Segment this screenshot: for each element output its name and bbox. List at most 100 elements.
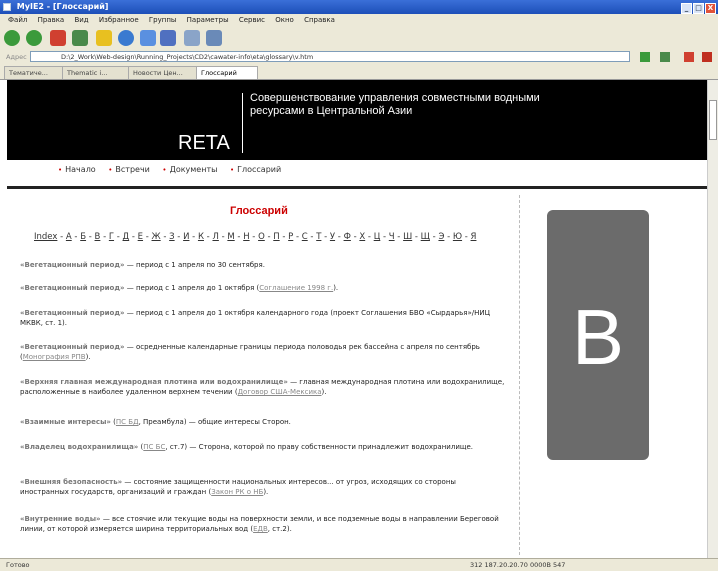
- menu-groups[interactable]: Группы: [149, 16, 177, 24]
- alphabet-letter-link[interactable]: Ф: [344, 232, 351, 242]
- entry-tail: , ст.2).: [267, 525, 292, 533]
- menu-view[interactable]: Вид: [74, 16, 88, 24]
- glossary-entry: «Вегетационный период» — осредненные кал…: [20, 342, 506, 362]
- entry-ref-link[interactable]: ПС БС: [143, 443, 165, 451]
- favorites-star-icon[interactable]: [96, 30, 112, 46]
- tab-glossary[interactable]: Глоссарий: [196, 66, 258, 79]
- entry-term: «Вегетационный период»: [20, 261, 125, 269]
- block-icon[interactable]: [684, 52, 694, 62]
- close-tab-icon[interactable]: [702, 52, 712, 62]
- nav-documents-label[interactable]: Документы: [170, 165, 218, 174]
- alphabet-letter-link[interactable]: Ж: [152, 232, 161, 242]
- entry-term: «Взаимные интересы»: [20, 418, 111, 426]
- refresh-icon[interactable]: [72, 30, 88, 46]
- group-icon[interactable]: [160, 30, 176, 46]
- alphabet-letter-link[interactable]: Я: [471, 232, 477, 242]
- glossary-entry: «Вегетационный период» — период с 1 апре…: [20, 308, 506, 328]
- search-icon[interactable]: [660, 52, 670, 62]
- alphabet-separator: -: [293, 232, 302, 242]
- nav-glossary-label[interactable]: Глоссарий: [237, 165, 281, 174]
- menu-window[interactable]: Окно: [275, 16, 294, 24]
- nav-meetings[interactable]: • Встречи: [108, 165, 150, 174]
- entry-ref-link[interactable]: ПС БД: [116, 418, 139, 426]
- index-link[interactable]: Index: [34, 232, 57, 242]
- entry-term: «Вегетационный период»: [20, 343, 125, 351]
- status-text: Готово: [6, 561, 30, 569]
- menu-bar: Файл Правка Вид Избранное Группы Парамет…: [0, 14, 718, 27]
- nav-meetings-label[interactable]: Встречи: [115, 165, 149, 174]
- entry-ref-link[interactable]: Закон РК о НБ: [211, 488, 263, 496]
- alphabet-letter-link[interactable]: Ш: [403, 232, 412, 242]
- alphabet-letter-link[interactable]: Щ: [421, 232, 430, 242]
- menu-help[interactable]: Справка: [304, 16, 335, 24]
- alphabet-separator: -: [380, 232, 389, 242]
- glossary-entry: «Взаимные интересы» (ПС БД, Преамбула) —…: [20, 417, 506, 427]
- entry-tail: ).: [321, 388, 327, 396]
- print-icon[interactable]: [184, 30, 200, 46]
- site-logo[interactable]: RETA: [178, 132, 230, 155]
- current-letter: B: [571, 293, 625, 381]
- entry-term: «Внешняя безопасность»: [20, 478, 123, 486]
- alphabet-letter-link[interactable]: М: [227, 232, 234, 242]
- nav-documents[interactable]: • Документы: [162, 165, 217, 174]
- entry-text: — период с 1 апреля до 1 октября (: [124, 284, 260, 292]
- tab-news[interactable]: Новости Цен...: [128, 66, 198, 79]
- stop-icon[interactable]: [50, 30, 66, 46]
- menu-favorites[interactable]: Избранное: [99, 16, 139, 24]
- alphabet-separator: -: [86, 232, 95, 242]
- alphabet-separator: -: [365, 232, 374, 242]
- back-icon[interactable]: [4, 30, 20, 46]
- address-field[interactable]: D:\2_Work\Web-design\Running_Projects\CD…: [30, 51, 630, 62]
- page-icon[interactable]: [140, 30, 156, 46]
- status-bar: Готово 312 187.20.20.70 0000B 547: [0, 558, 718, 571]
- nav-home[interactable]: • Начало: [58, 165, 96, 174]
- entry-tail: , Преамбула) — общие интересы Сторон.: [138, 418, 291, 426]
- menu-options[interactable]: Параметры: [187, 16, 229, 24]
- alphabet-separator: -: [249, 232, 259, 242]
- tab-thematic-en[interactable]: Thematic i...: [62, 66, 132, 79]
- alphabet-separator: -: [143, 232, 152, 242]
- history-icon[interactable]: [118, 30, 134, 46]
- entry-term: «Вегетационный период»: [20, 309, 125, 317]
- entry-term: «Верхняя главная международная плотина и…: [20, 378, 288, 386]
- address-bar: Адрес D:\2_Work\Web-design\Running_Proje…: [0, 49, 718, 65]
- menu-file[interactable]: Файл: [8, 16, 27, 24]
- alphabet-separator: -: [335, 232, 344, 242]
- alphabet-separator: -: [412, 232, 421, 242]
- alphabet-separator: -: [174, 232, 184, 242]
- nav-glossary[interactable]: • Глоссарий: [230, 165, 281, 174]
- menu-edit[interactable]: Правка: [38, 16, 65, 24]
- alphabet-separator: -: [307, 232, 317, 242]
- maximize-button[interactable]: □: [693, 3, 704, 14]
- app-icon: [3, 3, 11, 11]
- alphabet-separator: -: [321, 232, 330, 242]
- entry-ref-link[interactable]: Договор США-Мексика: [238, 388, 322, 396]
- alphabet-letter-link[interactable]: О: [258, 232, 265, 242]
- alphabet-separator: -: [100, 232, 109, 242]
- minimize-button[interactable]: _: [681, 3, 692, 14]
- alphabet-separator: -: [234, 232, 244, 242]
- tab-thematic-ru[interactable]: Тематиче...: [4, 66, 64, 79]
- nav-bullet: •: [108, 166, 113, 174]
- window-titlebar[interactable]: MyIE2 - [Глоссарий] _ □ X: [0, 0, 718, 14]
- alphabet-letter-link[interactable]: Ю: [453, 232, 462, 242]
- vertical-scrollbar[interactable]: [707, 80, 718, 558]
- close-button[interactable]: X: [705, 3, 716, 14]
- nav-bullet: •: [162, 166, 167, 174]
- entry-ref-link[interactable]: ЕДВ: [253, 525, 268, 533]
- site-title: Совершенствование управления совместными…: [250, 92, 540, 117]
- entry-text: — период с 1 апреля по 30 сентября.: [124, 261, 265, 269]
- layout-icon[interactable]: [206, 30, 222, 46]
- entry-term: «Внутренние воды»: [20, 515, 101, 523]
- forward-icon[interactable]: [26, 30, 42, 46]
- alphabet-separator: -: [71, 232, 81, 242]
- nav-home-label[interactable]: Начало: [65, 165, 96, 174]
- menu-tools[interactable]: Сервис: [239, 16, 265, 24]
- go-icon[interactable]: [640, 52, 650, 62]
- entry-ref-link[interactable]: Монография РПВ: [23, 353, 86, 361]
- alphabet-separator: -: [189, 232, 198, 242]
- alphabet-separator: -: [114, 232, 123, 242]
- entry-ref-link[interactable]: Соглашение 1998 г.: [259, 284, 333, 292]
- alphabet-separator: -: [394, 232, 404, 242]
- scrollbar-thumb[interactable]: [709, 100, 717, 140]
